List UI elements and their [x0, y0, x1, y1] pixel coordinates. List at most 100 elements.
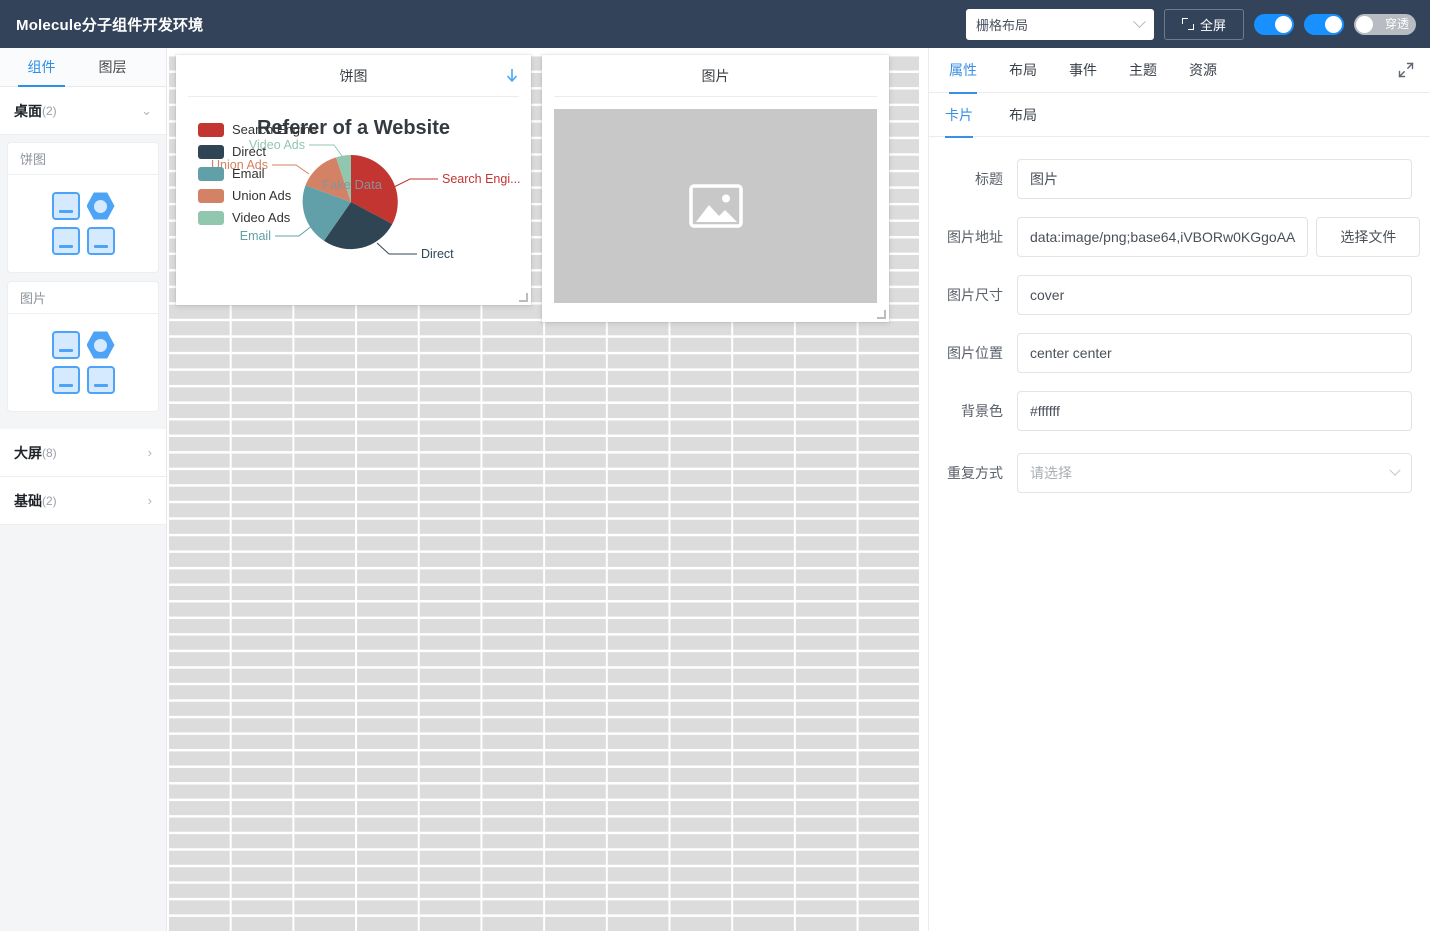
canvas-area[interactable]: 饼图 Search Engine Direct Email Union Ads …	[167, 48, 928, 931]
legend-swatch	[198, 144, 224, 159]
card-box-icon	[86, 366, 115, 394]
properties-subtabbar: 卡片 布局	[929, 93, 1430, 138]
properties-form: 标题 图片 图片地址 data:image/png;base64,iVBORw0…	[929, 137, 1430, 493]
component-card-image[interactable]: 图片	[8, 282, 158, 411]
tab-properties[interactable]: 属性	[937, 48, 989, 94]
layout-mode-select[interactable]: 栅格布局	[966, 8, 1154, 40]
chevron-down-icon	[1389, 464, 1401, 476]
sidebar-section-title: 大屏	[14, 444, 42, 461]
toggle-knob	[1356, 15, 1373, 33]
legend-label: Email	[232, 166, 265, 181]
app-root: Molecule分子组件开发环境 栅格布局 全屏 穿透 组件 图层 桌面 (2)…	[0, 0, 1430, 931]
toggle-switch-2[interactable]	[1304, 13, 1344, 35]
card-box-icon	[51, 227, 80, 255]
download-icon[interactable]	[505, 68, 519, 84]
repeat-mode-select[interactable]: 请选择	[1017, 453, 1412, 493]
form-row-image-url: 图片地址 data:image/png;base64,iVBORw0KGgoAA…	[947, 217, 1421, 257]
sidebar-section-title: 基础	[14, 492, 42, 509]
fullscreen-button[interactable]: 全屏	[1164, 8, 1244, 40]
sidebar-section-desktop-header[interactable]: 桌面 (2) ⌄	[0, 87, 166, 135]
title-input[interactable]: 图片	[1017, 159, 1412, 199]
card-box-icon	[51, 366, 80, 394]
tab-label: 属性	[949, 62, 977, 78]
sidebar-section-bigscreen-header[interactable]: 大屏 (8) ›	[0, 429, 166, 477]
legend-label: Union Ads	[232, 188, 292, 203]
image-url-input[interactable]: data:image/png;base64,iVBORw0KGgoAA	[1017, 217, 1309, 257]
tab-label: 资源	[1189, 62, 1217, 78]
subtab-card[interactable]: 卡片	[945, 93, 973, 138]
legend-label: Video Ads	[232, 210, 291, 225]
form-row-repeat-mode: 重复方式 请选择	[947, 453, 1412, 493]
top-bar: Molecule分子组件开发环境 栅格布局 全屏 穿透	[0, 0, 1430, 48]
component-card-title: 图片	[8, 282, 158, 314]
image-widget-title: 图片	[701, 67, 730, 84]
chevron-right-icon: ›	[147, 493, 152, 508]
hexagon-icon	[86, 331, 115, 359]
image-size-input[interactable]: cover	[1017, 275, 1412, 315]
properties-tabbar: 属性 布局 事件 主题 资源	[929, 48, 1430, 94]
choose-file-button[interactable]: 选择文件	[1316, 217, 1421, 257]
component-card-preview	[8, 314, 158, 411]
legend-item[interactable]: Union Ads	[198, 185, 317, 206]
subtab-layout[interactable]: 布局	[1009, 93, 1037, 137]
form-row-image-size: 图片尺寸 cover	[947, 275, 1412, 315]
layout-mode-value: 栅格布局	[976, 17, 1029, 33]
app-title: Molecule分子组件开发环境	[16, 16, 204, 34]
field-label: 图片尺寸	[947, 287, 1003, 303]
pie-chart: Search Engine Direct Email Union Ads Vid…	[176, 97, 531, 302]
pie-widget-header: 饼图	[188, 55, 519, 97]
sidebar-filler	[0, 525, 166, 931]
field-label: 图片位置	[947, 345, 1003, 361]
sidebar-tab-layers[interactable]: 图层	[83, 48, 142, 86]
right-properties-panel: 属性 布局 事件 主题 资源 卡片 布局 标题 图片 图片地址 data:ima…	[928, 48, 1430, 931]
tab-label: 布局	[1009, 62, 1037, 78]
field-label: 背景色	[961, 403, 1003, 419]
toggle-passthrough-label: 穿透	[1384, 16, 1409, 31]
legend-swatch	[198, 166, 224, 181]
tab-label: 主题	[1129, 62, 1157, 78]
tab-layout[interactable]: 布局	[997, 48, 1049, 93]
pie-label-search-engine: Search Engi...	[442, 172, 521, 186]
form-row-title: 标题 图片	[947, 159, 1412, 199]
card-box-icon	[51, 331, 80, 359]
pie-widget[interactable]: 饼图 Search Engine Direct Email Union Ads …	[176, 55, 531, 305]
tab-events[interactable]: 事件	[1057, 48, 1109, 93]
tab-resources[interactable]: 资源	[1177, 48, 1229, 93]
sidebar-tab-label: 图层	[98, 59, 127, 75]
legend-swatch	[198, 210, 224, 225]
sidebar-section-count: (2)	[42, 493, 57, 508]
legend-item[interactable]: Video Ads	[198, 207, 317, 228]
card-box-icon	[51, 192, 80, 220]
legend-swatch	[198, 122, 224, 137]
tab-theme[interactable]: 主题	[1117, 48, 1169, 93]
chart-subtitle: Fake Data	[322, 177, 382, 192]
pie-label-email: Email	[240, 229, 271, 243]
legend-item[interactable]: Direct	[198, 141, 317, 162]
sidebar-tab-components[interactable]: 组件	[12, 48, 71, 87]
widget-resize-handle[interactable]	[877, 310, 886, 319]
sidebar-section-basic-header[interactable]: 基础 (2) ›	[0, 477, 166, 525]
chart-legend: Search Engine Direct Email Union Ads Vid…	[198, 119, 317, 228]
sidebar-section-desktop-body: 饼图 图片	[0, 135, 166, 429]
background-color-input[interactable]: #ffffff	[1017, 391, 1412, 431]
image-position-input[interactable]: center center	[1017, 333, 1412, 373]
chevron-down-icon	[1133, 14, 1146, 28]
left-sidebar: 组件 图层 桌面 (2) ⌄ 饼图 图片 大屏 (8) › 基础 (2) ›	[0, 48, 167, 931]
toggle-switch-passthrough[interactable]: 穿透	[1354, 13, 1416, 35]
field-label: 图片地址	[947, 229, 1003, 245]
toggle-switch-1[interactable]	[1254, 13, 1294, 35]
sidebar-section-count: (2)	[42, 103, 57, 118]
form-row-background-color: 背景色 #ffffff	[947, 391, 1412, 431]
chevron-right-icon: ›	[147, 445, 152, 460]
subtab-label: 布局	[1009, 106, 1037, 123]
image-placeholder-area	[554, 109, 877, 303]
component-card-pie[interactable]: 饼图	[8, 143, 158, 272]
legend-item[interactable]: Search Engine	[198, 119, 317, 140]
image-widget[interactable]: 图片	[542, 55, 889, 322]
fullscreen-label: 全屏	[1199, 17, 1226, 33]
sidebar-tab-label: 组件	[27, 59, 56, 75]
widget-resize-handle[interactable]	[519, 293, 528, 302]
expand-icon[interactable]	[1398, 62, 1414, 78]
legend-item[interactable]: Email	[198, 163, 317, 184]
hexagon-icon	[86, 192, 115, 220]
